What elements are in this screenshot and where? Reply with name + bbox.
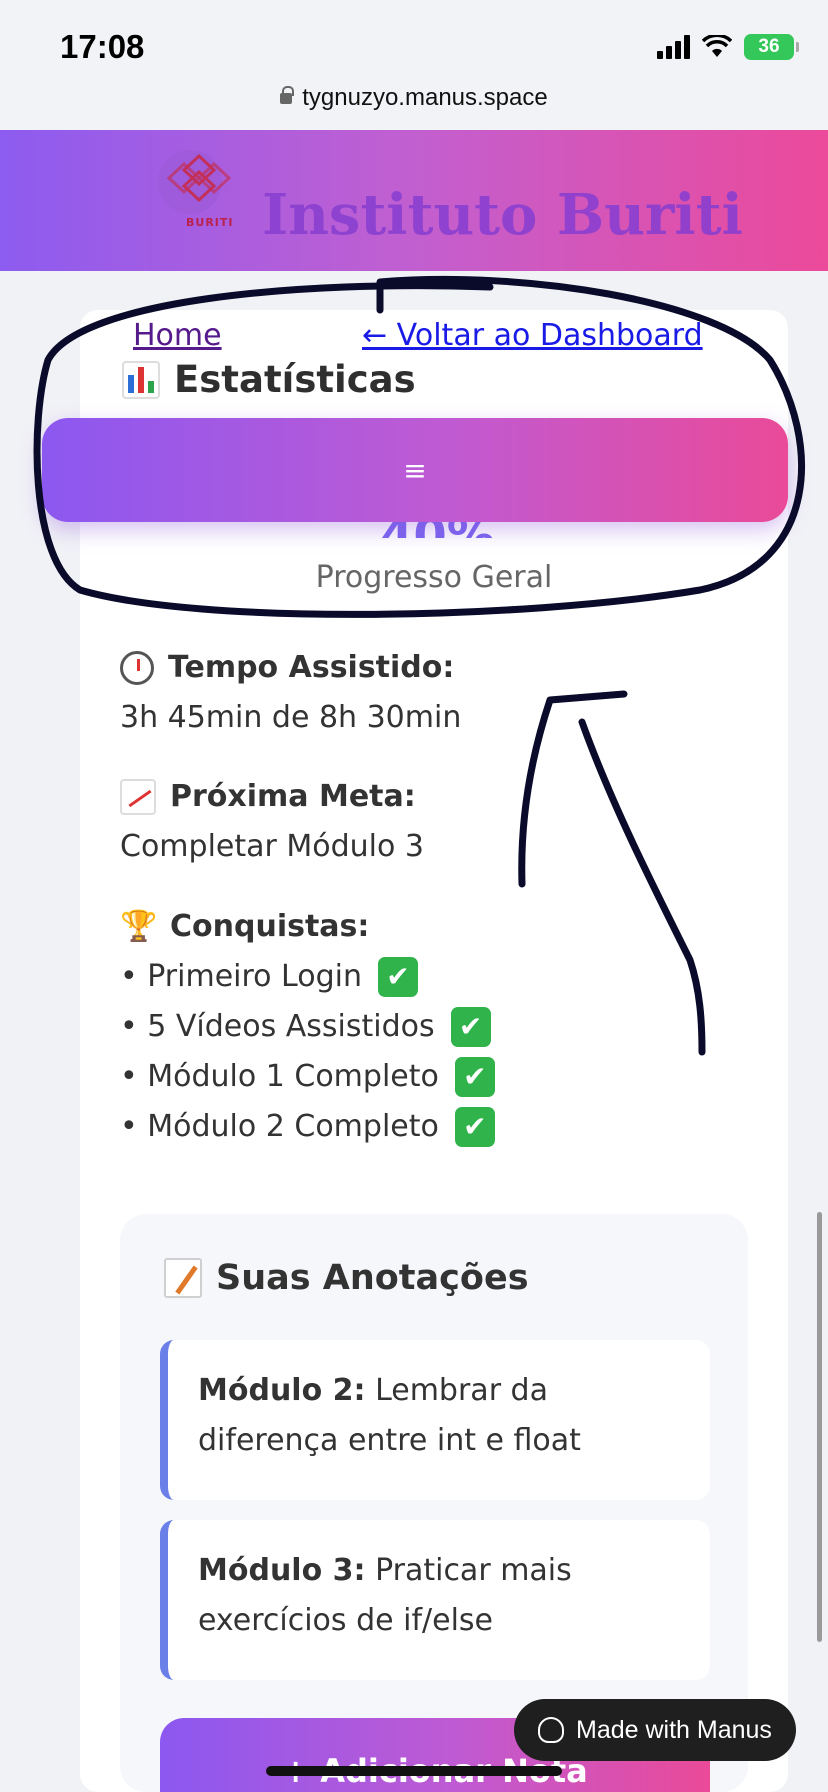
list-item: • Módulo 1 Completo ✔ bbox=[120, 1052, 495, 1102]
menu-icon: ≡ bbox=[403, 453, 427, 487]
scrollbar[interactable] bbox=[817, 1212, 822, 1642]
list-item: • 5 Vídeos Assistidos ✔ bbox=[120, 1002, 495, 1052]
made-with-label: Made with Manus bbox=[576, 1715, 772, 1744]
chart-icon bbox=[122, 360, 160, 399]
check-icon: ✔ bbox=[454, 1107, 495, 1147]
next-goal-value: Completar Módulo 3 bbox=[120, 829, 424, 864]
achievement-text: • Primeiro Login bbox=[120, 959, 362, 994]
home-link[interactable]: Home bbox=[133, 318, 222, 353]
time-watched-label: Tempo Assistido: bbox=[168, 650, 455, 685]
signal-icon bbox=[657, 35, 690, 59]
battery-icon: 36 bbox=[744, 34, 799, 60]
notes-title: Suas Anotações bbox=[164, 1258, 529, 1298]
status-time: 17:08 bbox=[60, 28, 145, 65]
home-indicator[interactable] bbox=[266, 1766, 562, 1776]
time-watched-block: Tempo Assistido: 3h 45min de 8h 30min bbox=[120, 643, 461, 743]
list-item: • Módulo 2 Completo ✔ bbox=[120, 1102, 495, 1152]
achievement-text: • Módulo 2 Completo bbox=[120, 1109, 439, 1144]
manus-icon bbox=[538, 1717, 564, 1743]
notes-title-text: Suas Anotações bbox=[216, 1258, 529, 1298]
achievements-block: 🏆 Conquistas: • Primeiro Login ✔ • 5 Vídeo… bbox=[120, 902, 495, 1152]
note-card[interactable]: Módulo 2: Lembrar da diferença entre int… bbox=[160, 1340, 710, 1500]
logo-caption: BURITI bbox=[186, 216, 234, 229]
address-bar[interactable]: tygnuzyo.manus.space bbox=[0, 84, 828, 112]
menu-button[interactable]: ≡ bbox=[42, 418, 788, 522]
progress-label: Progresso Geral bbox=[315, 560, 553, 595]
site-title[interactable]: Instituto Buriti bbox=[262, 182, 743, 248]
url-text: tygnuzyo.manus.space bbox=[302, 84, 548, 111]
achievements-label: Conquistas: bbox=[170, 909, 370, 944]
note-card[interactable]: Módulo 3: Praticar mais exercícios de if… bbox=[160, 1520, 710, 1680]
list-item: • Primeiro Login ✔ bbox=[120, 952, 495, 1002]
time-watched-value: 3h 45min de 8h 30min bbox=[120, 700, 462, 735]
wifi-icon bbox=[702, 35, 732, 57]
stopwatch-icon bbox=[120, 651, 154, 685]
check-icon: ✔ bbox=[454, 1057, 495, 1097]
achievement-text: • Módulo 1 Completo bbox=[120, 1059, 439, 1094]
stats-title: Estatísticas bbox=[174, 358, 416, 401]
chart-increasing-icon bbox=[120, 779, 156, 815]
memo-icon bbox=[164, 1258, 202, 1298]
check-icon: ✔ bbox=[450, 1007, 491, 1047]
stats-section-title: Estatísticas bbox=[122, 358, 416, 401]
note-module: Módulo 3: bbox=[198, 1553, 366, 1588]
status-bar: 17:08 36 tygnuzyo.manus.space bbox=[0, 0, 828, 130]
site-header: BURITI Instituto Buriti bbox=[0, 130, 828, 271]
check-icon: ✔ bbox=[377, 957, 418, 997]
made-with-manus-badge[interactable]: Made with Manus bbox=[514, 1699, 796, 1761]
next-goal-block: Próxima Meta: Completar Módulo 3 bbox=[120, 772, 424, 872]
achievement-text: • 5 Vídeos Assistidos bbox=[120, 1009, 435, 1044]
status-icons: 36 bbox=[657, 34, 799, 60]
next-goal-label: Próxima Meta: bbox=[170, 779, 416, 814]
note-module: Módulo 2: bbox=[198, 1373, 366, 1408]
trophy-icon: 🏆 bbox=[120, 909, 158, 944]
lock-icon bbox=[280, 86, 295, 104]
back-to-dashboard-link[interactable]: ← Voltar ao Dashboard bbox=[362, 318, 703, 353]
